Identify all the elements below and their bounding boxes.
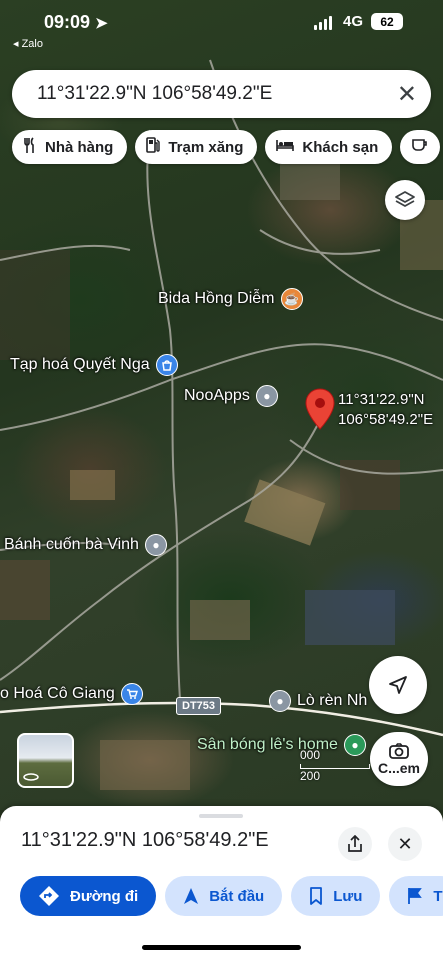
poi-label: Bánh cuốn bà Vinh (4, 536, 139, 553)
shopping-bag-icon (155, 354, 178, 376)
more-action-button[interactable]: T (389, 876, 443, 916)
layers-button[interactable] (385, 180, 425, 220)
category-chips: Nhà hàng Trạm xăng Khách sạn (12, 130, 441, 164)
sheet-drag-handle[interactable] (199, 814, 243, 818)
gas-station-icon (146, 136, 161, 158)
dropped-pin-icon[interactable] (304, 388, 336, 430)
bookmark-icon (310, 887, 323, 905)
location-dot-icon: ● (144, 534, 167, 556)
start-button[interactable]: Bắt đầu (165, 876, 283, 916)
chip-restaurants[interactable]: Nhà hàng (12, 130, 128, 164)
poi-label: NooApps (184, 387, 250, 404)
bed-icon (276, 138, 295, 157)
street-view-icon (23, 773, 39, 781)
my-location-button[interactable] (369, 656, 427, 714)
close-icon[interactable]: ✕ (397, 80, 417, 109)
chip-hotels[interactable]: Khách sạn (265, 130, 393, 164)
cellular-signal-icon (314, 16, 332, 30)
map-scale: 000 200 (300, 748, 370, 783)
search-query[interactable]: 11°31'22.9"N 106°58'49.2"E (37, 83, 397, 105)
fork-knife-icon (23, 136, 37, 158)
poi-bida-hong-diem[interactable]: Bida Hồng Diễm ☕ (158, 288, 303, 310)
share-icon (348, 835, 362, 852)
search-bar[interactable]: 11°31'22.9"N 106°58'49.2"E ✕ (12, 70, 431, 118)
poi-banh-cuon-ba-vinh[interactable]: Bánh cuốn bà Vinh ● (4, 534, 167, 556)
directions-button[interactable]: Đường đi (20, 876, 157, 916)
poi-label: o Hoá Cô Giang (0, 685, 115, 702)
close-sheet-button[interactable]: ✕ (388, 827, 422, 861)
battery-icon: 62 (371, 13, 403, 30)
chip-gas-stations[interactable]: Trạm xăng (135, 130, 258, 164)
share-button[interactable] (338, 827, 372, 861)
poi-label: Bida Hồng Diễm (158, 290, 275, 307)
coffee-icon (412, 138, 428, 157)
poi-label: Tạp hoá Quyết Nga (10, 356, 150, 373)
navigation-arrow-icon (389, 676, 407, 694)
close-icon: ✕ (397, 833, 413, 854)
back-to-app[interactable]: ◂ Zalo (13, 37, 43, 50)
poi-tap-hoa-quyet-nga[interactable]: Tạp hoá Quyết Nga (10, 354, 178, 376)
street-view-thumbnail[interactable] (17, 733, 74, 788)
location-dot-icon: ● (269, 690, 291, 712)
poi-lo-ren[interactable]: ● Lò rèn Nh (269, 690, 367, 712)
flag-icon (408, 888, 423, 904)
cafe-icon: ☕ (280, 288, 303, 310)
status-bar: 09:09 ➤ ◂ Zalo 4G 62 (0, 10, 443, 50)
save-button[interactable]: Lưu (291, 876, 381, 916)
home-indicator[interactable] (142, 945, 301, 950)
place-bottom-sheet[interactable]: 11°31'22.9"N 106°58'49.2"E ✕ Đường đi Bắ… (0, 806, 443, 960)
poi-label: Lò rèn Nh (297, 692, 368, 709)
camera-icon (389, 743, 409, 759)
layers-icon (395, 191, 415, 207)
poi-hoa-co-giang[interactable]: o Hoá Cô Giang (0, 683, 143, 705)
location-dot-icon: ● (255, 385, 278, 407)
road-shield: DT753 (176, 697, 222, 715)
location-arrow-icon: ➤ (95, 15, 108, 32)
directions-icon (39, 886, 59, 906)
network-type: 4G (343, 13, 364, 30)
action-buttons: Đường đi Bắt đầu Lưu T (20, 876, 443, 916)
chip-cafes[interactable] (400, 130, 441, 164)
navigation-arrow-icon (184, 888, 199, 904)
clock: 09:09 ➤ (44, 12, 108, 32)
poi-nooapps[interactable]: NooApps ● (184, 385, 278, 407)
shopping-cart-icon (120, 683, 143, 705)
place-title: 11°31'22.9"N 106°58'49.2"E (21, 829, 269, 851)
pin-coordinate-label: 11°31'22.9"N 106°58'49.2"E (338, 391, 434, 428)
lens-button[interactable]: C...em (370, 732, 428, 786)
